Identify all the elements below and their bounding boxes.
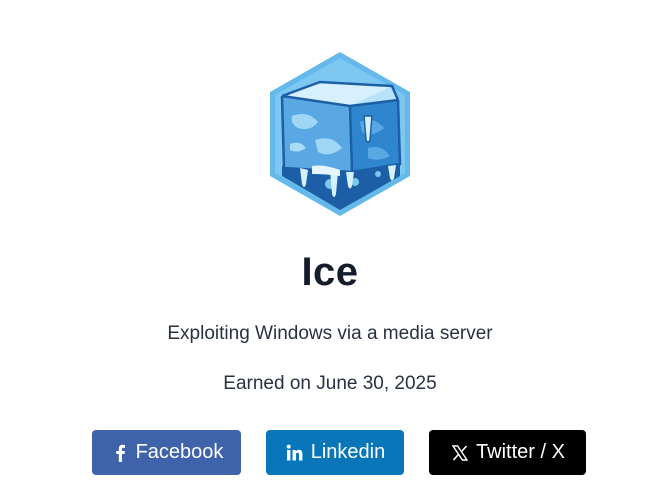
share-linkedin-button[interactable]: Linkedin bbox=[266, 430, 404, 475]
twitter-label: Twitter / X bbox=[476, 441, 565, 463]
share-facebook-button[interactable]: Facebook bbox=[92, 430, 241, 475]
badge-title: Ice bbox=[301, 250, 359, 294]
facebook-icon bbox=[110, 443, 130, 463]
linkedin-icon bbox=[285, 443, 305, 463]
badge-description: Exploiting Windows via a media server bbox=[167, 323, 493, 344]
badge-page: Ice Exploiting Windows via a media serve… bbox=[0, 0, 660, 493]
x-icon bbox=[450, 443, 470, 463]
linkedin-label: Linkedin bbox=[310, 441, 386, 463]
share-twitter-button[interactable]: Twitter / X bbox=[429, 430, 586, 475]
ice-badge-icon bbox=[260, 44, 420, 224]
earned-date: Earned on June 30, 2025 bbox=[223, 373, 437, 394]
facebook-label: Facebook bbox=[135, 441, 224, 463]
